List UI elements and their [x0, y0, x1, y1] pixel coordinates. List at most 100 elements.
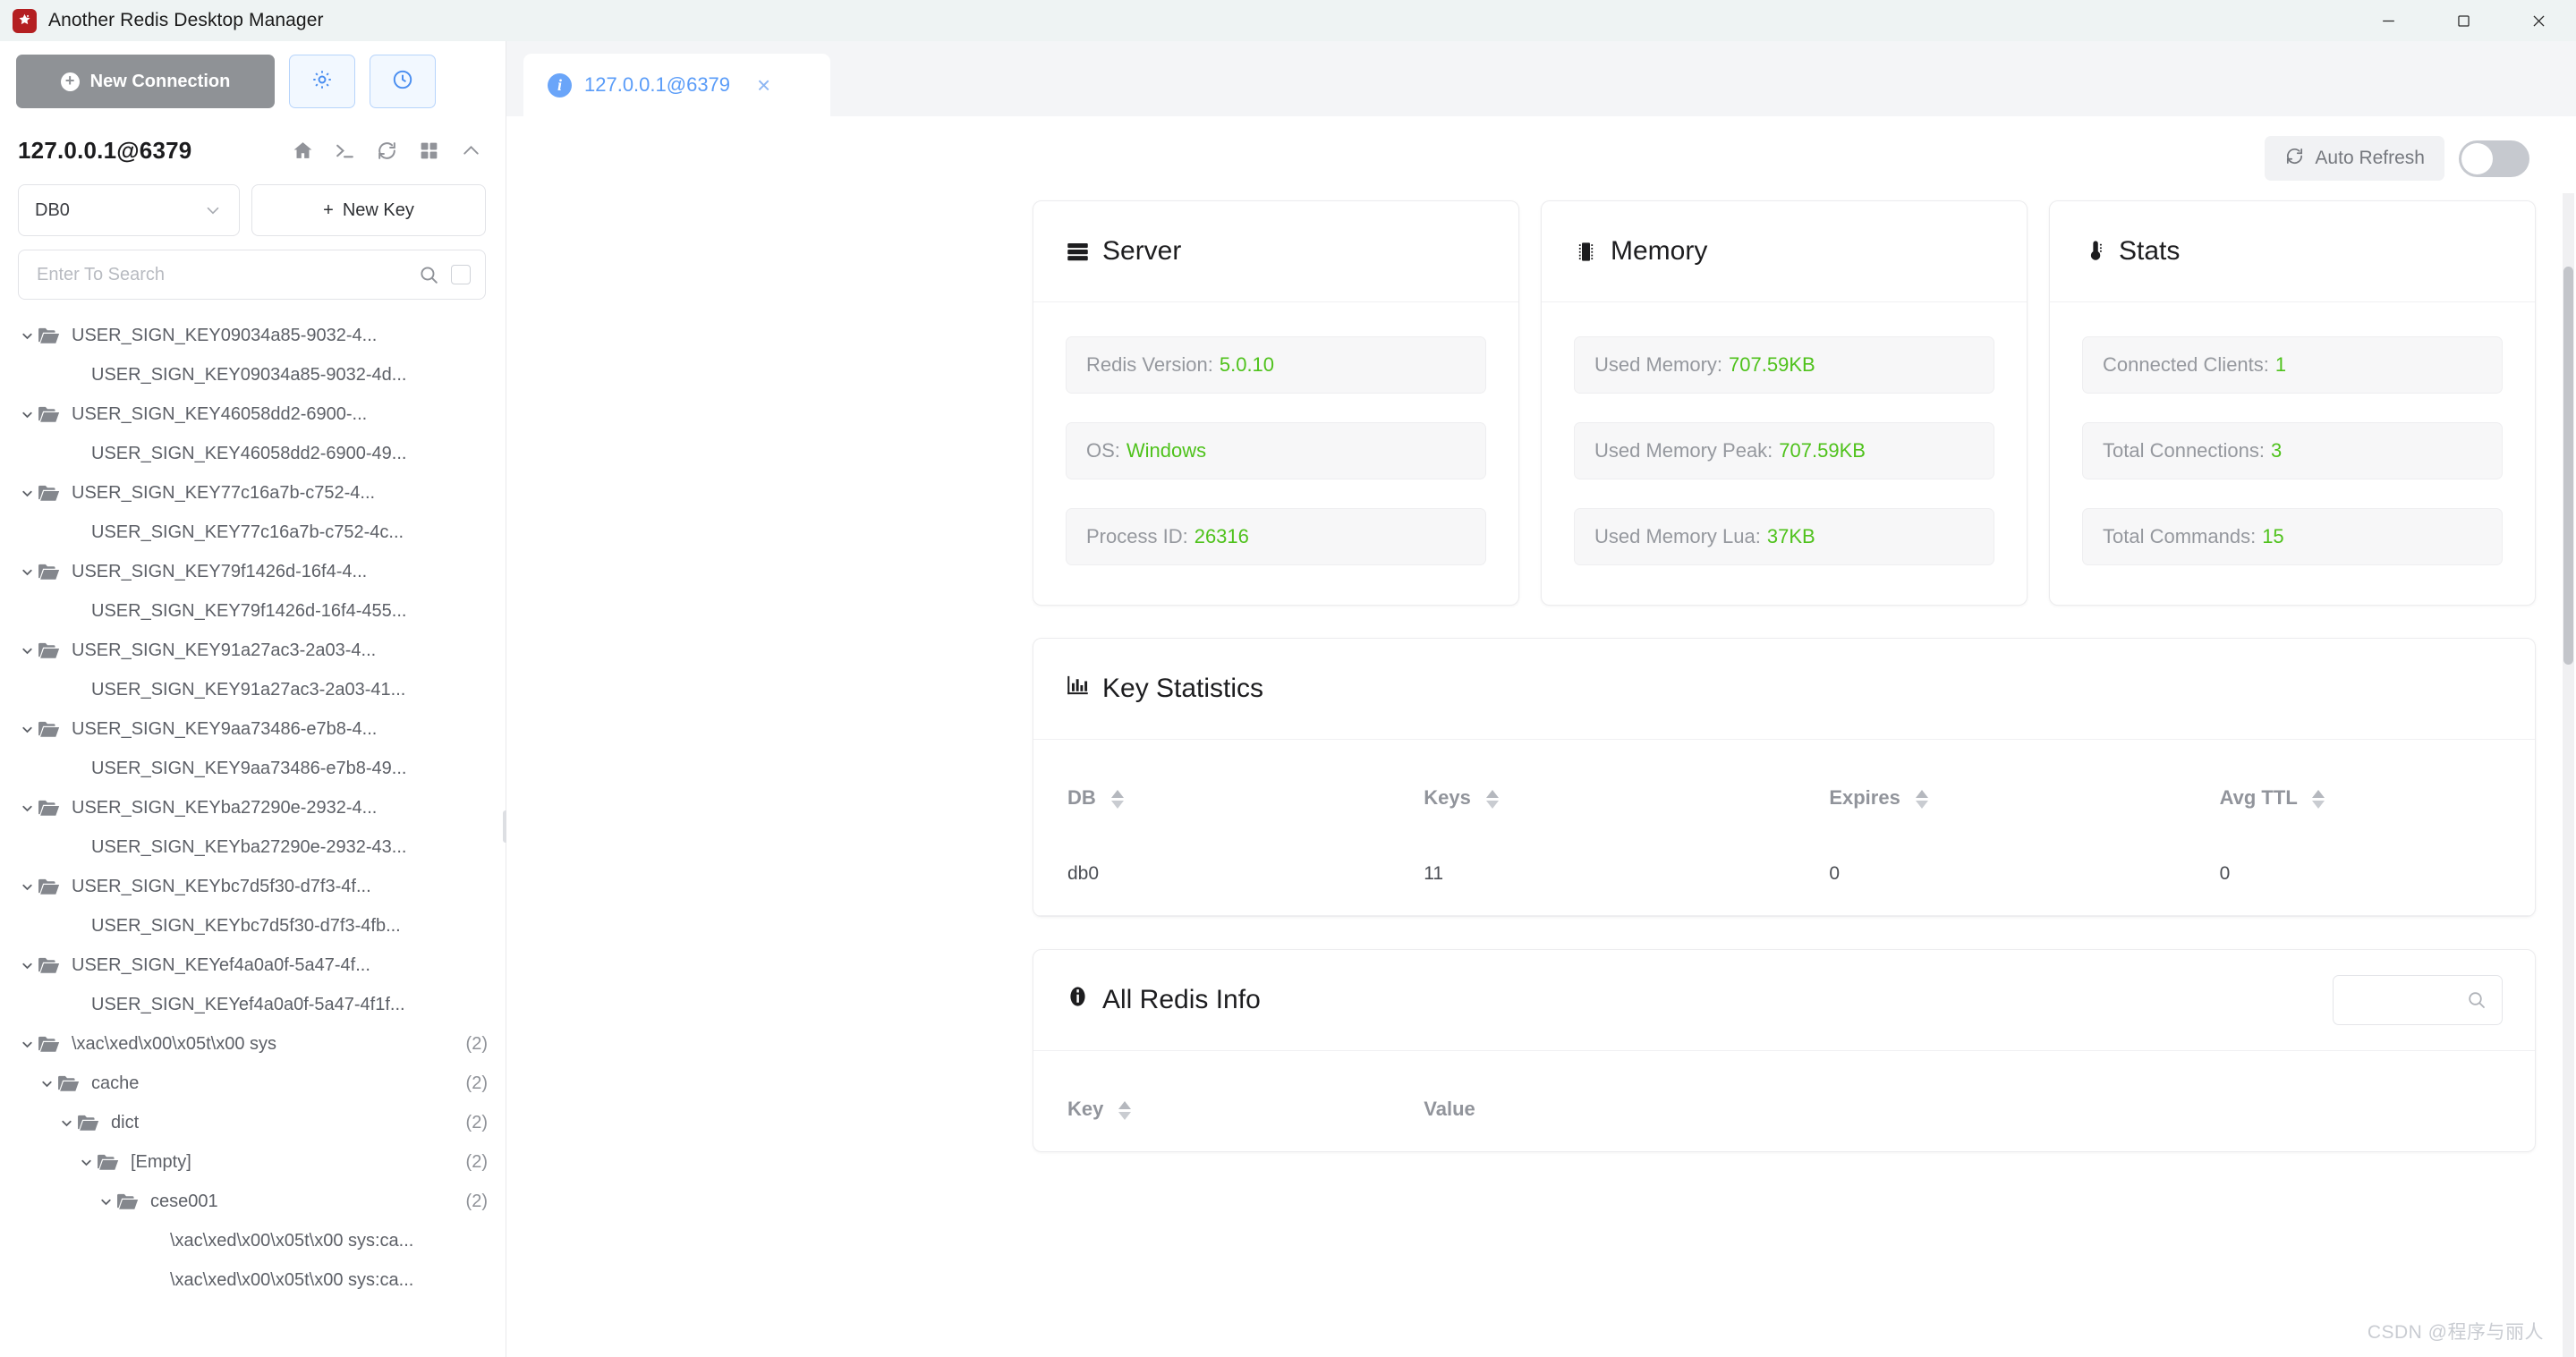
chevron-down-icon[interactable] [95, 1194, 116, 1209]
column-header-keys[interactable]: Keys [1424, 740, 1829, 840]
tree-item-count: (2) [465, 1191, 488, 1211]
tree-key-row[interactable]: \xac\xed\x00\x05t\x00 sys:ca... [16, 1260, 495, 1300]
tree-key-row[interactable]: USER_SIGN_KEY77c16a7b-c752-4c... [16, 513, 495, 552]
stat-row: Used Memory Lua: 37KB [1574, 508, 1994, 565]
column-label: Value [1424, 1098, 1475, 1120]
chevron-down-icon[interactable] [16, 407, 38, 422]
tree-folder-row[interactable]: USER_SIGN_KEY91a27ac3-2a03-4... [16, 631, 495, 670]
column-header-db[interactable]: DB [1033, 740, 1424, 840]
folder-icon [97, 1153, 123, 1172]
folder-icon [38, 720, 64, 739]
history-button[interactable] [370, 55, 436, 108]
tab-bar: i 127.0.0.1@6379 × [506, 41, 2576, 116]
sort-toggle-icon[interactable] [1915, 789, 1928, 809]
tree-folder-row[interactable]: USER_SIGN_KEY09034a85-9032-4... [16, 316, 495, 355]
settings-button[interactable] [289, 55, 355, 108]
sort-toggle-icon[interactable] [1110, 789, 1124, 809]
tree-item-label: USER_SIGN_KEYba27290e-2932-43... [91, 836, 407, 857]
bar-chart-icon [1066, 673, 1090, 705]
tree-folder-row[interactable]: [Empty] (2) [16, 1142, 495, 1182]
sort-toggle-icon[interactable] [1485, 789, 1499, 809]
chevron-down-icon[interactable] [16, 801, 38, 816]
chevron-down-icon[interactable] [16, 486, 38, 501]
tree-key-row[interactable]: USER_SIGN_KEY79f1426d-16f4-455... [16, 591, 495, 631]
tree-folder-row[interactable]: USER_SIGN_KEY79f1426d-16f4-4... [16, 552, 495, 591]
tree-key-row[interactable]: USER_SIGN_KEYef4a0a0f-5a47-4f1f... [16, 985, 495, 1024]
tree-key-row[interactable]: USER_SIGN_KEY09034a85-9032-4d... [16, 355, 495, 394]
auto-refresh-button[interactable]: Auto Refresh [2265, 136, 2444, 181]
tree-key-row[interactable]: USER_SIGN_KEY91a27ac3-2a03-41... [16, 670, 495, 709]
sort-toggle-icon[interactable] [1118, 1100, 1132, 1120]
tree-key-row[interactable]: USER_SIGN_KEYba27290e-2932-43... [16, 827, 495, 867]
tree-item-label: cache [91, 1073, 140, 1093]
chevron-down-icon[interactable] [16, 722, 38, 737]
chevron-down-icon[interactable] [16, 1037, 38, 1052]
tree-folder-row[interactable]: USER_SIGN_KEYba27290e-2932-4... [16, 788, 495, 827]
column-header-expires[interactable]: Expires [1829, 740, 2219, 840]
column-header-avg-ttl[interactable]: Avg TTL [2220, 740, 2535, 840]
chevron-down-icon[interactable] [75, 1155, 97, 1170]
tree-folder-row[interactable]: USER_SIGN_KEYbc7d5f30-d7f3-4f... [16, 867, 495, 906]
search-icon[interactable] [2466, 989, 2487, 1011]
redis-info-search[interactable] [2232, 975, 2503, 1025]
vertical-scrollbar[interactable] [2563, 193, 2574, 1357]
tree-item-label: cese001 [150, 1191, 218, 1211]
home-icon[interactable] [292, 140, 314, 162]
tree-key-row[interactable]: USER_SIGN_KEY9aa73486-e7b8-49... [16, 749, 495, 788]
key-search-row [0, 236, 506, 300]
column-header-key[interactable]: Key [1033, 1051, 1424, 1151]
sort-toggle-icon[interactable] [2312, 789, 2325, 809]
folder-icon [57, 1074, 84, 1093]
folder-icon [38, 484, 64, 503]
tree-folder-row[interactable]: USER_SIGN_KEY77c16a7b-c752-4... [16, 473, 495, 513]
tree-folder-row[interactable]: USER_SIGN_KEY46058dd2-6900-... [16, 394, 495, 434]
tree-folder-row[interactable]: USER_SIGN_KEY9aa73486-e7b8-4... [16, 709, 495, 749]
maximize-button[interactable] [2426, 0, 2501, 41]
tree-item-label: USER_SIGN_KEY9aa73486-e7b8-4... [72, 718, 378, 739]
scrollbar-thumb[interactable] [2563, 267, 2573, 665]
tree-key-row[interactable]: USER_SIGN_KEY46058dd2-6900-49... [16, 434, 495, 473]
tree-item-label: USER_SIGN_KEY9aa73486-e7b8-49... [91, 758, 407, 778]
tree-key-row[interactable]: USER_SIGN_KEYbc7d5f30-d7f3-4fb... [16, 906, 495, 946]
chevron-up-icon[interactable] [460, 140, 482, 162]
chevron-down-icon[interactable] [16, 643, 38, 658]
tree-key-row[interactable]: \xac\xed\x00\x05t\x00 sys:ca... [16, 1221, 495, 1260]
tree-folder-row[interactable]: \xac\xed\x00\x05t\x00 sys (2) [16, 1024, 495, 1064]
tree-item-count: (2) [465, 1033, 488, 1054]
app-logo-icon [13, 8, 37, 33]
search-icon[interactable] [418, 264, 440, 286]
tree-folder-row[interactable]: dict (2) [16, 1103, 495, 1142]
chevron-down-icon[interactable] [16, 958, 38, 973]
tree-folder-row[interactable]: cache (2) [16, 1064, 495, 1103]
folder-icon [38, 327, 64, 345]
chevron-down-icon[interactable] [36, 1076, 57, 1091]
info-cards-row: Server Redis Version: 5.0.10 OS: Windows [506, 181, 2576, 606]
tree-folder-row[interactable]: USER_SIGN_KEYef4a0a0f-5a47-4f... [16, 946, 495, 985]
auto-refresh-toggle[interactable] [2459, 140, 2529, 177]
tab-connection-info[interactable]: i 127.0.0.1@6379 × [523, 54, 830, 116]
chevron-down-icon[interactable] [55, 1115, 77, 1131]
new-key-button[interactable]: + New Key [251, 184, 486, 236]
db-select[interactable]: DB0 [18, 184, 240, 236]
new-connection-button[interactable]: + New Connection [16, 55, 275, 108]
search-input[interactable] [37, 264, 418, 285]
console-icon[interactable] [334, 140, 356, 162]
connection-header: 127.0.0.1@6379 [0, 108, 506, 165]
close-button[interactable] [2501, 0, 2576, 41]
tab-close-icon[interactable]: × [757, 73, 770, 97]
search-exact-checkbox[interactable] [451, 265, 471, 284]
redis-info-search-input[interactable] [2232, 990, 2466, 1010]
folder-icon [38, 878, 64, 896]
grid-icon[interactable] [418, 140, 440, 162]
stat-label: Total Connections: [2103, 439, 2265, 462]
refresh-icon[interactable] [376, 140, 398, 162]
chevron-down-icon[interactable] [16, 879, 38, 895]
tree-item-count: (2) [465, 1112, 488, 1132]
chevron-down-icon[interactable] [16, 564, 38, 580]
chevron-down-icon[interactable] [16, 328, 38, 343]
tree-folder-row[interactable]: cese001 (2) [16, 1182, 495, 1221]
panel-title: Key Statistics [1102, 674, 1264, 703]
minimize-button[interactable] [2351, 0, 2426, 41]
key-statistics-table: DB Keys Expires Avg TTL db0 11 0 0 [1033, 740, 2535, 916]
memory-card: Memory Used Memory: 707.59KB Used Memory… [1541, 200, 2028, 606]
